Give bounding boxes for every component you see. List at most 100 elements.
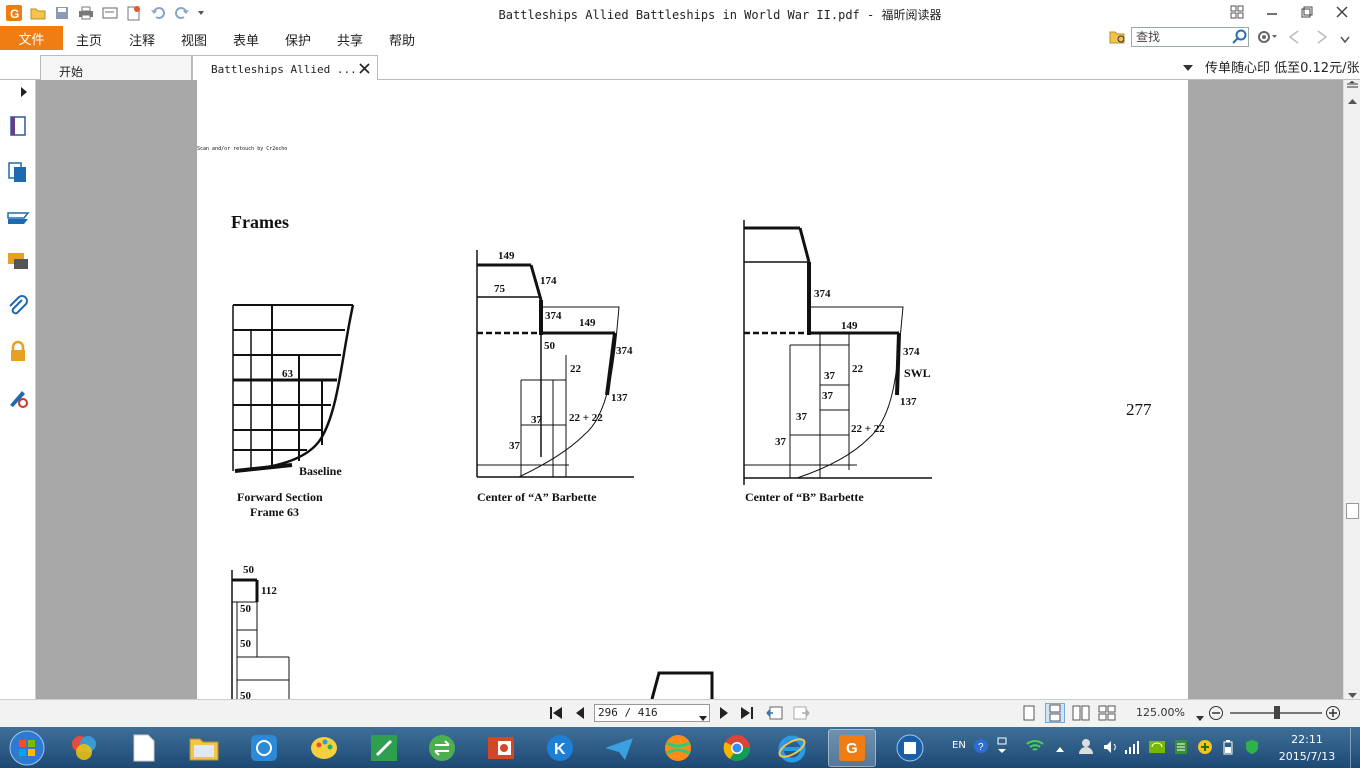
last-page-icon[interactable] bbox=[740, 706, 754, 724]
zoom-slider-thumb[interactable] bbox=[1274, 706, 1280, 719]
layers-icon[interactable] bbox=[6, 205, 30, 229]
zoom-level[interactable]: 125.00% bbox=[1136, 706, 1185, 719]
help-tray-icon[interactable]: ? bbox=[973, 738, 989, 758]
security-lock-icon[interactable] bbox=[6, 340, 30, 364]
fullscreen-icon[interactable] bbox=[1225, 3, 1249, 21]
ad-dropdown-icon[interactable] bbox=[1183, 61, 1193, 76]
fig2-75: 75 bbox=[494, 283, 505, 295]
thumbnails-icon[interactable] bbox=[6, 160, 30, 184]
ime-options-icon[interactable] bbox=[996, 737, 1008, 759]
file-menu-button[interactable]: 文件 bbox=[0, 26, 63, 50]
forward-section-figure bbox=[232, 304, 355, 473]
taskbar-app-360-icon[interactable] bbox=[60, 729, 108, 767]
tab-document[interactable]: Battleships Allied ... bbox=[192, 55, 378, 80]
menu-help[interactable]: 帮助 bbox=[389, 30, 415, 49]
taskbar-internet-explorer-icon[interactable] bbox=[768, 729, 816, 767]
minimize-button[interactable] bbox=[1260, 3, 1284, 21]
volume-tray-icon[interactable] bbox=[1102, 739, 1118, 759]
taskbar-viewer-app-icon[interactable] bbox=[886, 729, 934, 767]
previous-view-status-icon[interactable] bbox=[766, 705, 784, 725]
fig3-caption: Center of “B” Barbette bbox=[745, 490, 864, 504]
clock-date: 2015/7/13 bbox=[1278, 750, 1336, 763]
taskbar-powerpoint-icon[interactable] bbox=[477, 729, 525, 767]
taskbar-file-explorer-icon[interactable] bbox=[180, 729, 228, 767]
page-dropdown-icon[interactable] bbox=[699, 711, 707, 726]
user-tray-icon[interactable] bbox=[1077, 738, 1095, 758]
add-tray-icon[interactable] bbox=[1197, 739, 1213, 759]
previous-view-icon[interactable] bbox=[1288, 30, 1300, 48]
signature-icon[interactable] bbox=[6, 385, 30, 409]
customize-dropdown-icon[interactable] bbox=[196, 4, 206, 22]
start-button[interactable] bbox=[2, 729, 52, 767]
zoom-in-icon[interactable] bbox=[1325, 705, 1341, 725]
vertical-scrollbar[interactable] bbox=[1343, 80, 1360, 699]
taskbar-foxit-reader-icon[interactable]: G bbox=[828, 729, 876, 767]
folder-search-icon[interactable] bbox=[1109, 29, 1127, 49]
page-number-input[interactable]: 296 / 416 bbox=[594, 704, 710, 722]
taskbar-chrome-icon[interactable] bbox=[713, 729, 761, 767]
taskbar-sync-app-icon[interactable] bbox=[418, 729, 466, 767]
single-page-view-icon[interactable] bbox=[1022, 705, 1036, 725]
continuous-facing-view-icon[interactable] bbox=[1098, 705, 1116, 725]
pages-icon[interactable] bbox=[6, 114, 30, 138]
close-window-button[interactable] bbox=[1330, 3, 1354, 21]
monitor-tray-icon[interactable] bbox=[1173, 739, 1189, 759]
save-icon[interactable] bbox=[52, 4, 72, 22]
close-tab-icon[interactable] bbox=[359, 63, 370, 78]
menu-share[interactable]: 共享 bbox=[337, 30, 363, 49]
taskbar-green-app-icon[interactable] bbox=[360, 729, 408, 767]
ad-banner[interactable]: 传单随心印 低至0.12元/张 bbox=[1205, 57, 1359, 76]
fig4-50-d: 50 bbox=[240, 690, 251, 699]
menu-comment[interactable]: 注释 bbox=[129, 30, 155, 49]
ribbon-collapse-icon[interactable] bbox=[1340, 33, 1350, 48]
scroll-up-arrow-icon[interactable] bbox=[1348, 93, 1357, 108]
menu-view[interactable]: 视图 bbox=[181, 30, 207, 49]
svg-text:K: K bbox=[554, 741, 566, 758]
expand-panel-icon[interactable] bbox=[20, 86, 28, 102]
fig2-374-upper: 374 bbox=[545, 310, 562, 322]
menu-protect[interactable]: 保护 bbox=[285, 30, 311, 49]
show-hidden-icons[interactable] bbox=[1055, 742, 1065, 757]
settings-gear-icon[interactable] bbox=[1256, 29, 1278, 49]
taskbar-ball-app-icon[interactable] bbox=[654, 729, 702, 767]
taskbar-blank-document-icon[interactable] bbox=[120, 729, 168, 767]
show-desktop-button[interactable] bbox=[1350, 728, 1360, 768]
next-page-icon[interactable] bbox=[719, 706, 729, 724]
fig3-137: 137 bbox=[900, 396, 917, 408]
fig4-50-top: 50 bbox=[243, 564, 254, 576]
next-view-status-icon[interactable] bbox=[792, 705, 810, 725]
scrollbar-thumb[interactable] bbox=[1346, 503, 1359, 519]
attachments-icon[interactable] bbox=[6, 295, 30, 319]
security-shield-tray-icon[interactable] bbox=[1244, 739, 1260, 759]
language-indicator[interactable]: EN bbox=[952, 740, 966, 751]
taskbar-network-app-icon[interactable] bbox=[240, 729, 288, 767]
redo-icon[interactable] bbox=[172, 4, 192, 22]
new-document-icon[interactable] bbox=[124, 4, 144, 22]
open-folder-icon[interactable] bbox=[28, 4, 48, 22]
continuous-view-icon[interactable] bbox=[1045, 703, 1065, 723]
first-page-icon[interactable] bbox=[549, 706, 563, 724]
signal-tray-icon[interactable] bbox=[1124, 739, 1140, 759]
fig2-caption: Center of “A” Barbette bbox=[477, 490, 597, 504]
menu-form[interactable]: 表单 bbox=[233, 30, 259, 49]
print-icon[interactable] bbox=[76, 4, 96, 22]
battery-tray-icon[interactable] bbox=[1220, 739, 1236, 759]
wifi-tray-icon[interactable] bbox=[1025, 738, 1045, 758]
search-icon[interactable] bbox=[1232, 29, 1248, 49]
menu-home[interactable]: 主页 bbox=[76, 30, 102, 49]
previous-page-icon[interactable] bbox=[575, 706, 585, 724]
taskbar-paint-icon[interactable] bbox=[300, 729, 348, 767]
nvidia-tray-icon[interactable] bbox=[1148, 739, 1166, 759]
comments-icon[interactable] bbox=[6, 250, 30, 274]
properties-icon[interactable] bbox=[100, 4, 120, 22]
zoom-dropdown-icon[interactable] bbox=[1196, 711, 1204, 726]
taskbar-plane-app-icon[interactable] bbox=[595, 729, 643, 767]
tab-start[interactable]: 开始 bbox=[40, 55, 192, 80]
next-view-icon[interactable] bbox=[1316, 30, 1328, 48]
undo-icon[interactable] bbox=[148, 4, 168, 22]
restore-button[interactable] bbox=[1295, 3, 1319, 21]
facing-view-icon[interactable] bbox=[1072, 705, 1090, 725]
taskbar-kugou-icon[interactable]: K bbox=[536, 729, 584, 767]
system-clock[interactable]: 22:11 2015/7/13 bbox=[1272, 731, 1342, 765]
zoom-out-icon[interactable] bbox=[1208, 705, 1224, 725]
